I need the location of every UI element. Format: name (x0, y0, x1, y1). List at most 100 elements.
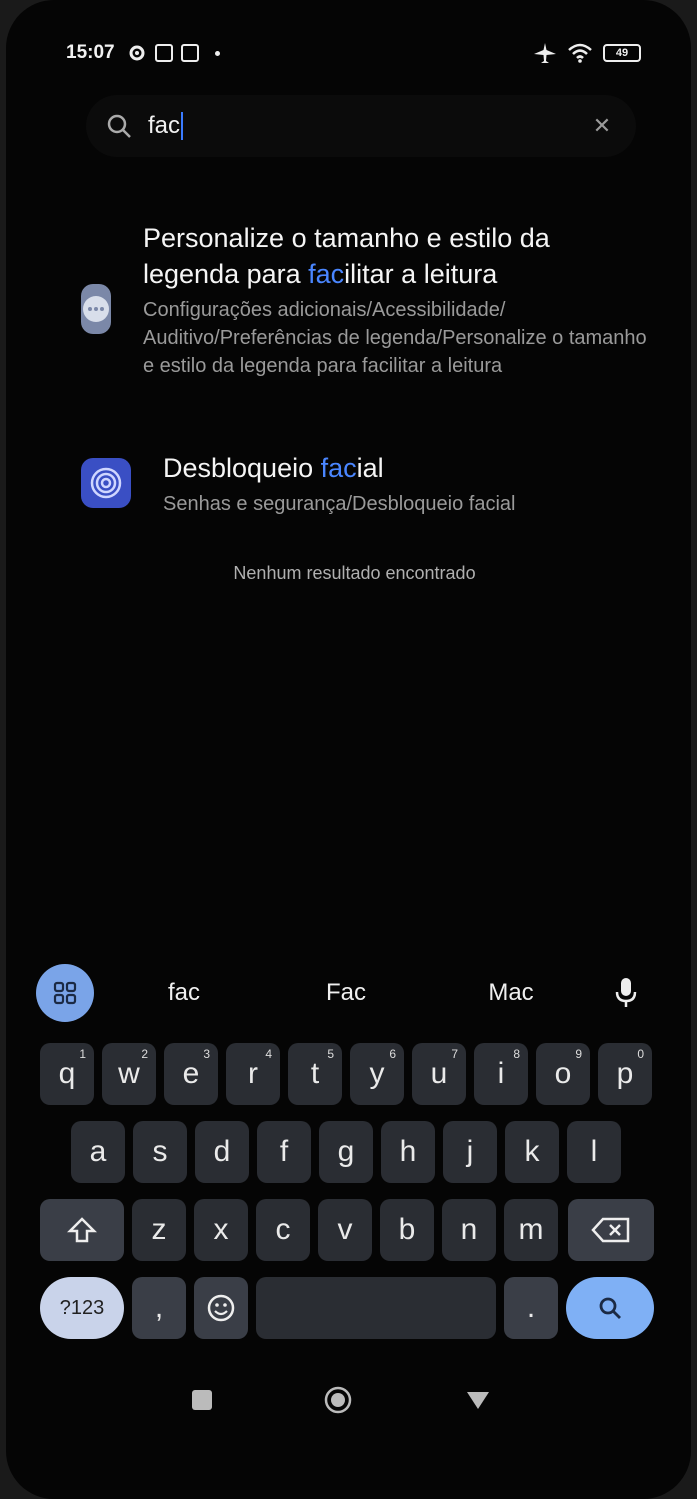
key-label: t (310, 1057, 320, 1090)
key-label: o (554, 1057, 572, 1090)
key-label: f (279, 1135, 289, 1168)
emoji-key[interactable] (194, 1277, 248, 1339)
suggestion-1[interactable]: fac (154, 979, 214, 1007)
key-label: u (430, 1057, 448, 1090)
key-label: a (89, 1135, 107, 1168)
navigation-bar (6, 1380, 691, 1430)
shift-key[interactable] (40, 1199, 124, 1261)
keyboard-row-2: asd fgh j k l (32, 1121, 662, 1183)
comma-key[interactable]: , (132, 1277, 186, 1339)
key-j[interactable]: j (443, 1121, 497, 1183)
result-text: Desbloqueio facial Senhas e segurança/De… (163, 450, 515, 518)
key-d[interactable]: d (195, 1121, 249, 1183)
home-circle-icon (324, 1386, 352, 1414)
key-p[interactable]: p0 (598, 1043, 652, 1105)
key-m[interactable]: m (504, 1199, 558, 1261)
key-number-hint: 1 (79, 1047, 86, 1061)
key-l[interactable]: l (567, 1121, 621, 1183)
home-button[interactable] (318, 1380, 358, 1420)
more-dots-icon (81, 284, 111, 334)
key-q[interactable]: q1 (40, 1043, 94, 1105)
key-b[interactable]: b (380, 1199, 434, 1261)
key-number-hint: 0 (637, 1047, 644, 1061)
key-u[interactable]: u7 (412, 1043, 466, 1105)
key-number-hint: 2 (141, 1047, 148, 1061)
key-f[interactable]: f (257, 1121, 311, 1183)
key-label: k (524, 1135, 540, 1168)
space-key[interactable] (256, 1277, 496, 1339)
key-y[interactable]: y6 (350, 1043, 404, 1105)
more-notifications-icon (214, 50, 220, 56)
status-time: 15:07 (66, 42, 115, 63)
key-i[interactable]: i8 (474, 1043, 528, 1105)
back-button[interactable] (458, 1380, 498, 1420)
key-label: e (182, 1057, 200, 1090)
key-number-hint: 3 (203, 1047, 210, 1061)
search-icon (107, 114, 131, 138)
key-number-hint: 9 (575, 1047, 582, 1061)
key-label: y (369, 1057, 385, 1090)
symbols-key[interactable]: ?123 (40, 1277, 124, 1339)
wifi-icon (568, 43, 592, 63)
key-o[interactable]: o9 (536, 1043, 590, 1105)
key-label: x (213, 1213, 229, 1246)
recents-button[interactable] (182, 1380, 222, 1420)
suggestion-3[interactable]: Mac (476, 979, 546, 1007)
key-label: z (151, 1213, 167, 1246)
grid-icon (53, 981, 77, 1005)
key-c[interactable]: c (256, 1199, 310, 1261)
key-x[interactable]: x (194, 1199, 248, 1261)
key-label: l (590, 1135, 598, 1168)
key-w[interactable]: w2 (102, 1043, 156, 1105)
key-number-hint: 5 (327, 1047, 334, 1061)
clear-search-icon[interactable]: ✕ (588, 113, 616, 139)
on-screen-keyboard: q1w2e3r4t5y6u7i8o9p0 asdfghjkl zxcvbnm ?… (32, 1035, 662, 1345)
key-e[interactable]: e3 (164, 1043, 218, 1105)
key-label: i (497, 1057, 505, 1090)
key-h[interactable]: h (381, 1121, 435, 1183)
keyboard-row-4: ?123 , . (32, 1277, 662, 1339)
period-key[interactable]: . (504, 1277, 558, 1339)
status-bar: 15:07 49 (66, 38, 641, 68)
shift-icon (67, 1217, 97, 1243)
key-label: m (518, 1213, 544, 1246)
search-enter-key[interactable] (566, 1277, 654, 1339)
key-label: w (118, 1057, 140, 1090)
key-number-hint: 6 (389, 1047, 396, 1061)
apps-grid-button[interactable] (36, 964, 94, 1022)
upload-icon (180, 44, 199, 62)
key-label: j (466, 1135, 474, 1168)
search-input[interactable]: fac (148, 112, 184, 140)
result-path: Senhas e segurança/Desbloqueio facial (163, 493, 516, 515)
result-title: Personalize o tamanho e estilo da legend… (143, 223, 550, 289)
key-z[interactable]: z (132, 1199, 186, 1261)
key-g[interactable]: g (319, 1121, 373, 1183)
key-r[interactable]: r4 (226, 1043, 280, 1105)
no-results-text: Nenhum resultado encontrado (233, 563, 476, 583)
key-v[interactable]: v (318, 1199, 372, 1261)
airplane-mode-icon (534, 43, 556, 63)
status-right: 49 (533, 42, 641, 64)
keyboard-row-1: q1w2e3r4t5y6u7i8o9p0 (32, 1043, 662, 1105)
key-n[interactable]: n (442, 1199, 496, 1261)
key-label: c (275, 1213, 291, 1246)
settings-search-bar[interactable]: fac ✕ (86, 95, 636, 157)
keyboard-suggestion-strip: fac Fac Mac (36, 958, 666, 1028)
backspace-key[interactable] (568, 1199, 654, 1261)
key-label: h (399, 1135, 417, 1168)
search-result-caption-style[interactable]: Personalize o tamanho e estilo da legend… (81, 220, 651, 380)
search-result-face-unlock[interactable]: Desbloqueio facial Senhas e segurança/De… (81, 450, 581, 518)
result-title: Desbloqueio facial (163, 453, 384, 483)
key-s[interactable]: s (133, 1121, 187, 1183)
phone-screen: 15:07 49 fac ✕ Personalize o tamanho e e… (6, 0, 691, 1499)
key-k[interactable]: k (505, 1121, 559, 1183)
voice-input-button[interactable] (606, 973, 646, 1013)
key-a[interactable]: a (71, 1121, 125, 1183)
emoji-icon (207, 1294, 235, 1322)
key-label: d (213, 1135, 231, 1168)
key-t[interactable]: t5 (288, 1043, 342, 1105)
key-number-hint: 7 (451, 1047, 458, 1061)
key-number-hint: 4 (265, 1047, 272, 1061)
backspace-icon (591, 1217, 630, 1243)
suggestion-2[interactable]: Fac (316, 979, 376, 1007)
